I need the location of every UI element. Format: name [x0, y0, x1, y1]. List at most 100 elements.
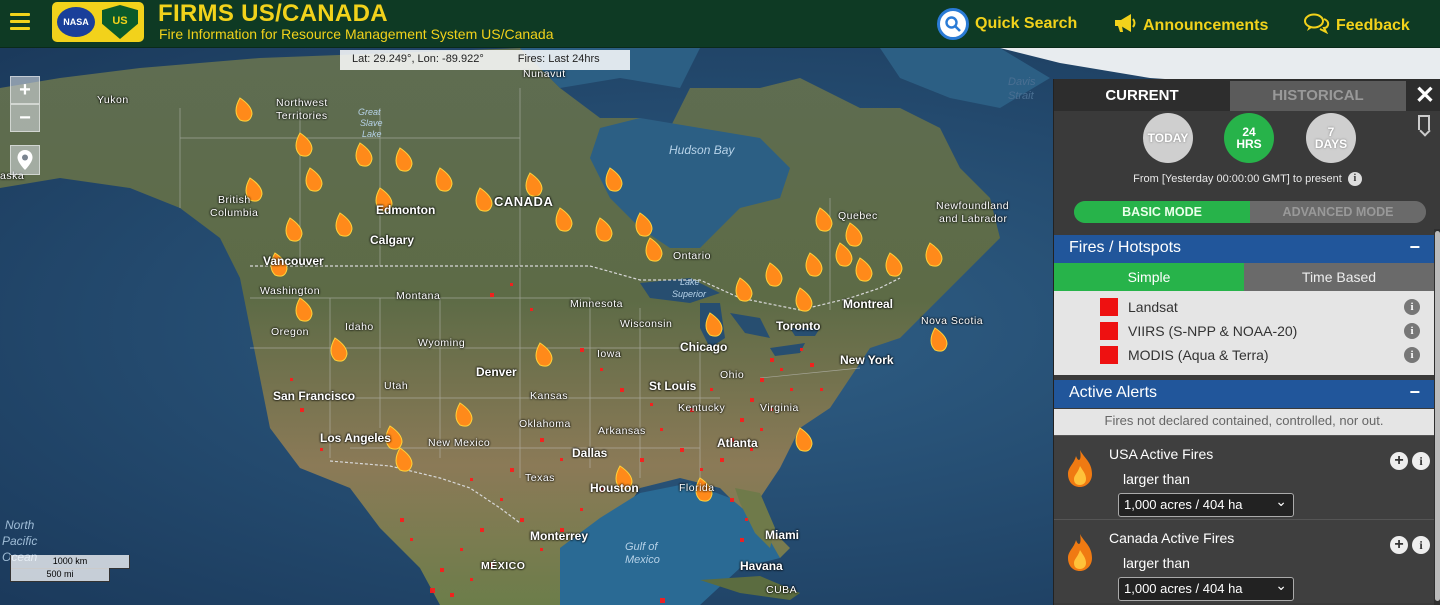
coordinate-readout: Lat: 29.249°, Lon: -89.922° Fires: Last … — [340, 50, 630, 70]
map-label-los-angeles: Los Angeles — [320, 431, 391, 445]
tab-time-based[interactable]: Time Based — [1244, 263, 1434, 291]
collapse-icon[interactable]: − — [1409, 237, 1420, 258]
usfs-logo: US — [102, 5, 138, 39]
map-label-nova-scotia: Nova Scotia — [921, 315, 984, 327]
close-icon[interactable]: ✕ — [1415, 81, 1435, 110]
tab-simple[interactable]: Simple — [1054, 263, 1244, 291]
map-label-miami: Miami — [765, 528, 800, 542]
info-icon[interactable]: i — [1404, 347, 1420, 363]
add-icon[interactable]: + — [1390, 452, 1408, 470]
info-icon[interactable]: i — [1404, 323, 1420, 339]
basic-mode-button[interactable]: BASIC MODE — [1074, 201, 1250, 223]
fire-size-select[interactable]: 1,000 acres / 404 ha — [1118, 577, 1294, 601]
map-label-canada: CANADA — [494, 194, 554, 209]
time-24hrs-button[interactable]: 24 HRS — [1224, 113, 1274, 163]
bookmark-icon[interactable] — [1418, 115, 1430, 130]
layer-viirs[interactable]: VIIRS (S-NPP & NOAA-20) i — [1054, 319, 1434, 343]
feedback-button[interactable]: Feedback — [1304, 12, 1410, 39]
time-today-button[interactable]: TODAY — [1143, 113, 1193, 163]
panel-scrollbar[interactable] — [1434, 229, 1440, 605]
layer-landsat[interactable]: Landsat i — [1054, 295, 1434, 319]
advanced-mode-button[interactable]: ADVANCED MODE — [1250, 201, 1426, 223]
info-icon[interactable]: i — [1347, 172, 1362, 186]
zoom-in-button[interactable]: + — [10, 76, 40, 104]
map-label-gulf-of: Gulf of — [625, 541, 658, 553]
alerts-note: Fires not declared contained, controlled… — [1054, 409, 1434, 435]
feedback-label: Feedback — [1336, 16, 1410, 34]
layer-modis[interactable]: MODIS (Aqua & Terra) i — [1054, 343, 1434, 367]
alert-larger-than: larger than — [1123, 471, 1190, 487]
active-alerts-header[interactable]: Active Alerts − — [1054, 380, 1434, 408]
map-label-minnesota: Minnesota — [570, 298, 623, 310]
collapse-icon[interactable]: − — [1409, 382, 1420, 403]
map-label-idaho: Idaho — [345, 321, 374, 333]
map-label-san-francisco: San Francisco — [273, 389, 356, 403]
map-label-kentucky: Kentucky — [678, 402, 726, 414]
map-label-territories: Territories — [276, 110, 328, 122]
map-label-new-mexico: New Mexico — [428, 437, 491, 449]
fire-size-select[interactable]: 1,000 acres / 404 ha — [1118, 493, 1294, 517]
map-label-quebec: Quebec — [838, 210, 878, 222]
locate-button[interactable] — [10, 145, 40, 175]
usa-active-fires-alert: USA Active Fires larger than 1,000 acres… — [1054, 435, 1434, 519]
zoom-out-button[interactable]: − — [10, 104, 40, 132]
map-label-virginia: Virginia — [760, 402, 799, 414]
agency-logos[interactable]: NASA US — [52, 2, 144, 42]
map-label-arkansas: Arkansas — [598, 425, 646, 437]
map-label-kansas: Kansas — [530, 390, 569, 402]
info-icon[interactable]: i — [1412, 536, 1430, 554]
announcements-button[interactable]: Announcements — [1113, 12, 1268, 39]
alert-title: Canada Active Fires — [1109, 530, 1235, 546]
fires-time-window: Fires: Last 24hrs — [517, 53, 600, 65]
layer-swatch — [1100, 322, 1118, 340]
layer-label: Landsat — [1128, 299, 1178, 315]
map-label-ohio: Ohio — [720, 369, 745, 381]
map-label-yukon: Yukon — [97, 94, 129, 106]
map-label-lake: Lake — [362, 129, 382, 139]
fires-hotspots-title: Fires / Hotspots — [1069, 239, 1182, 256]
time-7days-button[interactable]: 7 DAYS — [1306, 113, 1356, 163]
map-label-wisconsin: Wisconsin — [620, 318, 673, 330]
map-label-oregon: Oregon — [271, 326, 310, 338]
map-label-newfoundland: Newfoundland — [936, 200, 1010, 212]
map-label-british: British — [218, 194, 251, 206]
chat-bubbles-icon — [1304, 12, 1330, 39]
tab-current[interactable]: CURRENT — [1054, 81, 1230, 111]
map-label-ontario: Ontario — [673, 250, 711, 262]
map-label-lake-1: Lake — [680, 277, 700, 287]
tab-historical[interactable]: HISTORICAL — [1230, 81, 1406, 111]
map-label-wyoming: Wyoming — [418, 337, 466, 349]
map-label-mexico: MÉXICO — [481, 560, 526, 572]
map-label-davis: Davis — [1008, 76, 1036, 88]
map-label-utah: Utah — [384, 380, 409, 392]
map-label-houston: Houston — [590, 481, 639, 495]
info-icon[interactable]: i — [1404, 299, 1420, 315]
map-label-chicago: Chicago — [680, 340, 728, 354]
map-label-superior: Superior — [672, 289, 707, 299]
mode-switch: BASIC MODE ADVANCED MODE — [1074, 201, 1426, 223]
map-label-gulf-mexico: Mexico — [625, 554, 660, 566]
layer-label: VIIRS (S-NPP & NOAA-20) — [1128, 323, 1298, 339]
nasa-logo: NASA — [57, 7, 95, 37]
map-label-montana: Montana — [396, 290, 441, 302]
info-icon[interactable]: i — [1412, 452, 1430, 470]
add-icon[interactable]: + — [1390, 536, 1408, 554]
hamburger-menu-icon[interactable] — [10, 13, 30, 31]
scrollbar-thumb[interactable] — [1435, 231, 1440, 601]
active-alerts-title: Active Alerts — [1069, 384, 1158, 401]
scale-km: 1000 km — [10, 555, 130, 569]
time-7-unit: DAYS — [1314, 137, 1348, 151]
map-label-texas: Texas — [525, 472, 555, 484]
map-label-havana: Havana — [740, 559, 783, 573]
cursor-coordinates: Lat: 29.249°, Lon: -89.922° — [352, 53, 484, 65]
map-label-edmonton: Edmonton — [376, 203, 436, 217]
time-24-unit: HRS — [1236, 137, 1262, 151]
fires-hotspots-header[interactable]: Fires / Hotspots − — [1054, 235, 1434, 263]
quick-search-button[interactable]: Quick Search — [937, 8, 1077, 40]
map-label-dallas: Dallas — [572, 446, 608, 460]
map-scale-bar: 1000 km 500 mi — [10, 555, 130, 582]
map-label-hudson-bay: Hudson Bay — [669, 143, 735, 157]
layers-panel: CURRENT HISTORICAL ✕ TODAY 24 HRS 7 DAYS F… — [1053, 79, 1440, 605]
app-title: FIRMS US/CANADA — [158, 0, 388, 27]
map-label-north: North — [5, 518, 35, 532]
